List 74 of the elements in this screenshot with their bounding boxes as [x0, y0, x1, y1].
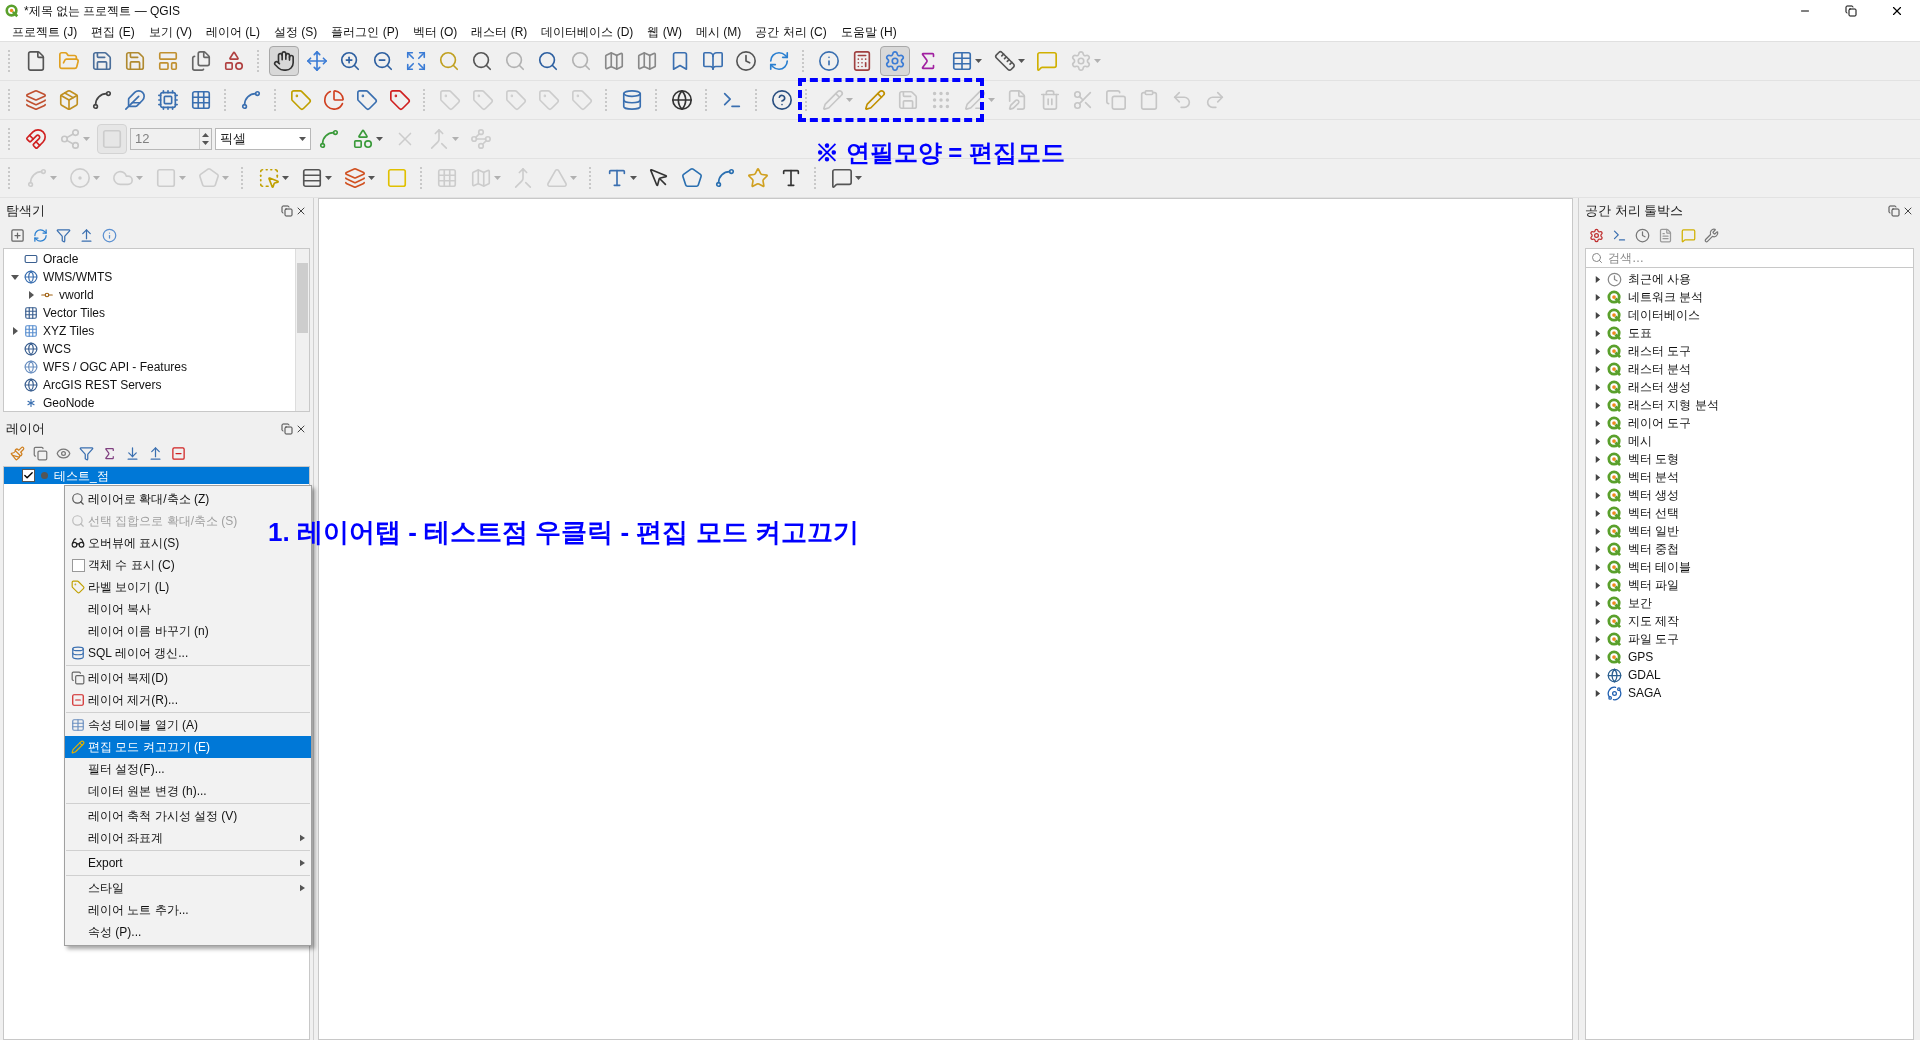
layer-row[interactable]: 테스트_점	[4, 467, 309, 484]
menu-item[interactable]: 데이터 원본 변경 (h)...	[65, 780, 311, 802]
menu-item[interactable]: SQL 레이어 갱신...	[65, 642, 311, 664]
menu-item[interactable]: 편집 모드 켜고끄기 (E)	[65, 736, 311, 758]
menu-item[interactable]: 속성 (P)...	[65, 921, 311, 943]
tree-item[interactable]: WMS/WMTS	[43, 268, 113, 286]
menu-item[interactable]: 프로젝트 (J)	[6, 22, 84, 41]
tree-item[interactable]: 메시	[1628, 432, 1652, 450]
menu-item[interactable]: 도움말 (H)	[834, 22, 903, 41]
tree-item[interactable]: 벡터 일반	[1628, 522, 1680, 540]
panel-title: 탐색기	[6, 202, 45, 221]
menu-item[interactable]: 레이어 복사	[65, 598, 311, 620]
tree-item[interactable]: vworld	[59, 286, 94, 304]
tree-item[interactable]: GDAL	[1628, 666, 1661, 684]
menu-item[interactable]: 데이터베이스 (D)	[535, 22, 640, 41]
tree-item[interactable]: 벡터 선택	[1628, 504, 1680, 522]
menu-item[interactable]: 편집 (E)	[85, 22, 141, 41]
tree-item[interactable]: 도표	[1628, 324, 1652, 342]
tree-item[interactable]: 벡터 생성	[1628, 486, 1680, 504]
menu-item[interactable]: 공간 처리 (C)	[749, 22, 833, 41]
tree-item[interactable]: WCS	[43, 340, 71, 358]
tree-item[interactable]: 벡터 중첩	[1628, 540, 1680, 558]
menu-item[interactable]: 보기 (V)	[142, 22, 198, 41]
tree-item[interactable]: 래스터 생성	[1628, 378, 1692, 396]
annotation-note: ※ 연필모양 = 편집모드	[815, 138, 1066, 168]
tree-item[interactable]: 파일 도구	[1628, 630, 1680, 648]
tree-item[interactable]: Vector Tiles	[43, 304, 106, 322]
menu-item[interactable]: 메시 (M)	[690, 22, 748, 41]
panel-title: 공간 처리 툴박스	[1585, 202, 1684, 221]
tree-item[interactable]: 벡터 도형	[1628, 450, 1680, 468]
window-title: *제목 없는 프로젝트 — QGIS	[24, 3, 180, 20]
layer-name: 테스트_점	[54, 467, 109, 485]
search-field[interactable]: 검색…	[1585, 248, 1914, 268]
menu-item[interactable]: 플러그인 (P)	[325, 22, 405, 41]
menu-item[interactable]: 레이어 제거(R)...	[65, 689, 311, 711]
tree-item[interactable]: WFS / OGC API - Features	[43, 358, 188, 376]
menu-item[interactable]: 레이어 좌표계	[65, 827, 311, 849]
tree-item[interactable]: SAGA	[1628, 684, 1662, 702]
menu-item[interactable]: Export	[65, 852, 311, 874]
menu-item[interactable]: 레이어로 확대/축소 (Z)	[65, 488, 311, 510]
menu-item[interactable]: 레이어 축척 가시성 설정 (V)	[65, 805, 311, 827]
menu-item[interactable]: 객체 수 표시 (C)	[65, 554, 311, 576]
menu-item[interactable]: 레이어 노트 추가...	[65, 899, 311, 921]
tree-item[interactable]: 네트워크 분석	[1628, 288, 1704, 306]
tree-item[interactable]: 최근에 사용	[1628, 270, 1692, 288]
menu-item[interactable]: 설정 (S)	[268, 22, 324, 41]
menu-item[interactable]: 레이어 (L)	[200, 22, 266, 41]
menu-item[interactable]: 웹 (W)	[641, 22, 689, 41]
tree-item[interactable]: Oracle	[43, 250, 79, 268]
tree-item[interactable]: 벡터 테이블	[1628, 558, 1692, 576]
tree-item[interactable]: 래스터 지형 분석	[1628, 396, 1719, 414]
menu-item[interactable]: 래스터 (R)	[465, 22, 534, 41]
tree-item[interactable]: GeoNode	[43, 394, 95, 412]
tree-item[interactable]: 보간	[1628, 594, 1652, 612]
panel-title: 레이어	[6, 420, 45, 439]
unit-dropdown[interactable]: 픽셀	[215, 128, 311, 150]
tree-item[interactable]: 데이터베이스	[1628, 306, 1700, 324]
tree-item[interactable]: 지도 제작	[1628, 612, 1680, 630]
menu-item[interactable]: 레이어 복제(D)	[65, 667, 311, 689]
menu-item[interactable]: 속성 테이블 열기 (A)	[65, 714, 311, 736]
tree-item[interactable]: GPS	[1628, 648, 1654, 666]
menu-item[interactable]: 필터 설정(F)...	[65, 758, 311, 780]
menu-item[interactable]: 스타일	[65, 877, 311, 899]
menu-item[interactable]: 라벨 보이기 (L)	[65, 576, 311, 598]
menu-item[interactable]: 벡터 (O)	[406, 22, 464, 41]
tree-item[interactable]: 벡터 파일	[1628, 576, 1680, 594]
tree-item[interactable]: XYZ Tiles	[43, 322, 95, 340]
tree-item[interactable]: 벡터 분석	[1628, 468, 1680, 486]
tree-item[interactable]: 래스터 분석	[1628, 360, 1692, 378]
menu-item[interactable]: 레이어 이름 바꾸기 (n)	[65, 620, 311, 642]
tree-item[interactable]: ArcGIS REST Servers	[43, 376, 162, 394]
tree-item[interactable]: 래스터 도구	[1628, 342, 1692, 360]
annotation-step: 1. 레이어탭 - 테스트점 우클릭 - 편집 모드 켜고끄기	[268, 513, 859, 552]
tree-item[interactable]: 레이어 도구	[1628, 414, 1692, 432]
